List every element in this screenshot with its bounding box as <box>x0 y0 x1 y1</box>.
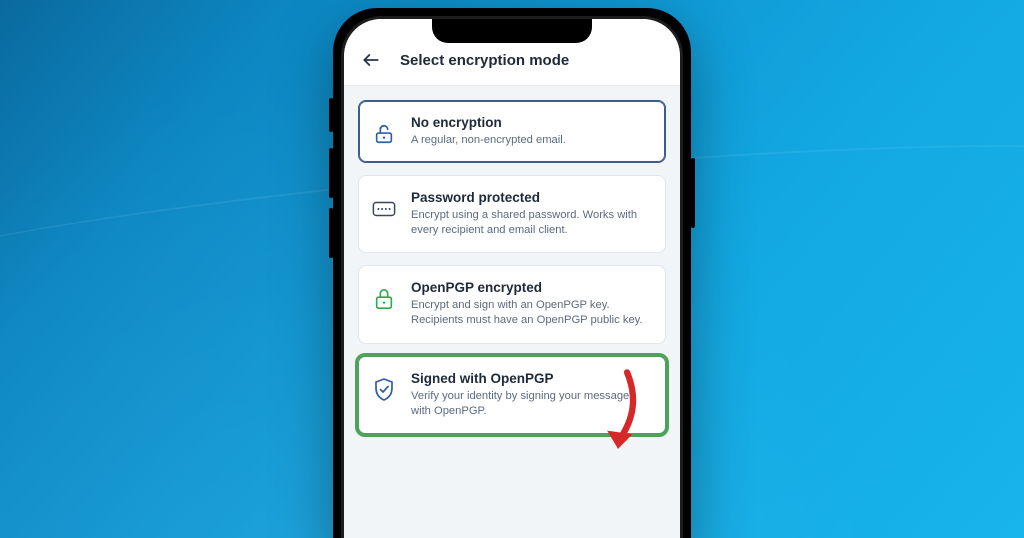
option-text: Signed with OpenPGP Verify your identity… <box>411 371 651 419</box>
unlock-icon <box>371 121 397 147</box>
password-icon <box>371 196 397 222</box>
option-signed-openpgp[interactable]: Signed with OpenPGP Verify your identity… <box>358 356 666 434</box>
phone-notch <box>432 19 592 43</box>
lock-icon <box>371 286 397 312</box>
option-title: Password protected <box>411 190 651 205</box>
option-description: Encrypt and sign with an OpenPGP key. Re… <box>411 298 651 328</box>
option-title: Signed with OpenPGP <box>411 371 651 386</box>
phone-frame: Select encryption mode No encryption A r… <box>333 8 691 538</box>
option-description: Encrypt using a shared password. Works w… <box>411 208 651 238</box>
back-button[interactable] <box>360 49 382 71</box>
option-title: OpenPGP encrypted <box>411 280 651 295</box>
phone-bezel: Select encryption mode No encryption A r… <box>341 16 683 538</box>
arrow-left-icon <box>361 50 381 70</box>
phone-side-button <box>329 148 333 198</box>
option-text: OpenPGP encrypted Encrypt and sign with … <box>411 280 651 328</box>
option-openpgp-encrypted[interactable]: OpenPGP encrypted Encrypt and sign with … <box>358 265 666 343</box>
phone-side-button <box>329 98 333 132</box>
option-title: No encryption <box>411 115 651 130</box>
background: Select encryption mode No encryption A r… <box>0 0 1024 538</box>
page-title: Select encryption mode <box>400 52 569 69</box>
encryption-options-list: No encryption A regular, non-encrypted e… <box>344 86 680 434</box>
option-no-encryption[interactable]: No encryption A regular, non-encrypted e… <box>358 100 666 163</box>
option-text: No encryption A regular, non-encrypted e… <box>411 115 651 148</box>
app-screen: Select encryption mode No encryption A r… <box>344 19 680 538</box>
option-description: Verify your identity by signing your mes… <box>411 389 651 419</box>
phone-side-button <box>691 158 695 228</box>
option-description: A regular, non-encrypted email. <box>411 133 651 148</box>
shield-check-icon <box>371 377 397 403</box>
phone-side-button <box>329 208 333 258</box>
option-text: Password protected Encrypt using a share… <box>411 190 651 238</box>
option-password-protected[interactable]: Password protected Encrypt using a share… <box>358 175 666 253</box>
